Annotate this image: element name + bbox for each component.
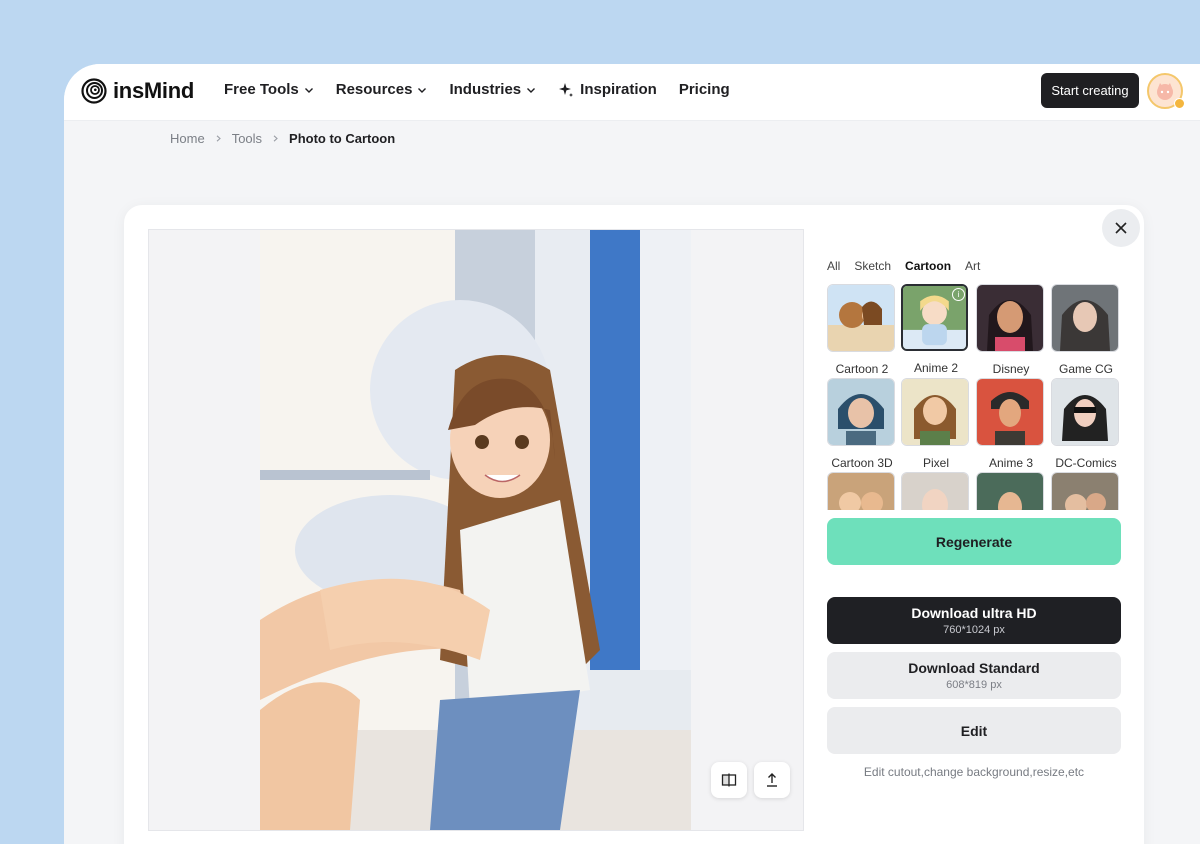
style-label: DC-Comics bbox=[1055, 456, 1117, 470]
style-disney[interactable]: Disney bbox=[976, 284, 1046, 376]
style-option-9[interactable] bbox=[827, 472, 897, 510]
download-standard-size: 608*819 px bbox=[946, 679, 1002, 691]
style-thumbnail bbox=[901, 378, 969, 446]
nav-label: Industries bbox=[449, 81, 522, 98]
nav-free-tools[interactable]: Free Tools bbox=[224, 81, 314, 98]
breadcrumb-home[interactable]: Home bbox=[170, 131, 205, 146]
style-thumbnail bbox=[827, 472, 895, 510]
chevron-down-icon bbox=[418, 87, 427, 93]
style-label: Anime 2 bbox=[913, 361, 959, 375]
style-option-11[interactable] bbox=[976, 472, 1046, 510]
style-option-10[interactable] bbox=[901, 472, 971, 510]
style-thumbnail bbox=[976, 378, 1044, 446]
breadcrumb: Home Tools Photo to Cartoon bbox=[170, 131, 395, 146]
edit-button[interactable]: Edit bbox=[827, 707, 1121, 754]
nav-label: Inspiration bbox=[580, 81, 657, 98]
info-icon[interactable]: i bbox=[952, 288, 965, 301]
style-label: Game CG bbox=[1058, 362, 1113, 376]
download-standard-button[interactable]: Download Standard 608*819 px bbox=[827, 652, 1121, 699]
tab-cartoon[interactable]: Cartoon bbox=[905, 259, 951, 273]
style-label: Disney bbox=[992, 362, 1030, 376]
style-game-cg[interactable]: Game CG bbox=[1051, 284, 1121, 376]
main-nav: Free Tools Resources Industries Inspirat… bbox=[224, 81, 752, 98]
cartoon-result-image bbox=[260, 230, 691, 830]
nav-pricing[interactable]: Pricing bbox=[679, 81, 730, 98]
app-window: insMind Free Tools Resources Industries … bbox=[64, 64, 1200, 844]
style-label: Anime 3 bbox=[988, 456, 1034, 470]
result-modal: All Sketch Cartoon Art Cartoon 2 i Anime… bbox=[124, 205, 1144, 844]
style-thumbnail bbox=[1051, 378, 1119, 446]
download-standard-label: Download Standard bbox=[908, 660, 1040, 676]
nav-label: Pricing bbox=[678, 81, 730, 98]
style-thumbnail bbox=[1051, 284, 1119, 352]
style-cartoon-2[interactable]: Cartoon 2 bbox=[827, 284, 897, 376]
style-anime-3[interactable]: Anime 3 bbox=[976, 378, 1046, 470]
style-thumbnail bbox=[827, 378, 895, 446]
regenerate-button[interactable]: Regenerate bbox=[827, 518, 1121, 565]
chevron-down-icon bbox=[304, 87, 313, 93]
compare-button[interactable] bbox=[711, 762, 747, 798]
download-hd-label: Download ultra HD bbox=[911, 605, 1037, 621]
style-thumbnail bbox=[901, 472, 969, 510]
style-grid: Cartoon 2 i Anime 2 Disney Game CG Carto… bbox=[827, 284, 1123, 510]
chevron-right-icon bbox=[273, 135, 278, 142]
nav-resources[interactable]: Resources bbox=[336, 81, 428, 98]
logo-spiral-icon bbox=[81, 78, 107, 104]
share-upload-button[interactable] bbox=[754, 762, 790, 798]
style-thumbnail bbox=[976, 472, 1044, 510]
style-thumbnail bbox=[827, 284, 895, 352]
download-hd-size: 760*1024 px bbox=[943, 624, 1005, 636]
compare-split-icon bbox=[721, 773, 737, 787]
style-option-12[interactable] bbox=[1051, 472, 1121, 510]
avatar-face-icon bbox=[1157, 83, 1173, 100]
style-dc-comics[interactable]: DC-Comics bbox=[1051, 378, 1121, 470]
style-tabs: All Sketch Cartoon Art bbox=[827, 259, 994, 273]
style-label: Cartoon 3D bbox=[831, 456, 893, 470]
breadcrumb-current: Photo to Cartoon bbox=[289, 131, 396, 146]
edit-hint-text: Edit cutout,change background,resize,etc bbox=[863, 765, 1085, 779]
nav-label: Resources bbox=[335, 81, 413, 98]
sparkle-icon bbox=[559, 82, 574, 97]
nav-industries[interactable]: Industries bbox=[449, 81, 536, 98]
style-label: Pixel bbox=[922, 456, 949, 470]
style-thumbnail bbox=[976, 284, 1044, 352]
style-anime-2[interactable]: i Anime 2 bbox=[901, 284, 971, 375]
chevron-down-icon bbox=[527, 87, 536, 93]
style-thumbnail bbox=[1051, 472, 1119, 510]
tab-sketch[interactable]: Sketch bbox=[854, 259, 891, 273]
tab-art[interactable]: Art bbox=[965, 259, 980, 273]
brand-name: insMind bbox=[113, 78, 195, 103]
chevron-right-icon bbox=[216, 135, 221, 142]
nav-label: Free Tools bbox=[224, 81, 299, 98]
brand-logo[interactable]: insMind bbox=[81, 78, 194, 104]
image-preview bbox=[148, 229, 804, 831]
close-button[interactable] bbox=[1102, 209, 1140, 247]
download-ultra-hd-button[interactable]: Download ultra HD 760*1024 px bbox=[827, 597, 1121, 644]
breadcrumb-tools[interactable]: Tools bbox=[232, 131, 262, 146]
tab-all[interactable]: All bbox=[827, 259, 840, 273]
top-navigation-bar: insMind Free Tools Resources Industries … bbox=[64, 64, 1200, 121]
close-icon bbox=[1115, 222, 1127, 234]
user-avatar[interactable] bbox=[1147, 73, 1185, 109]
style-label: Cartoon 2 bbox=[835, 362, 889, 376]
style-pixel[interactable]: Pixel bbox=[901, 378, 971, 470]
style-cartoon-3d[interactable]: Cartoon 3D bbox=[827, 378, 897, 470]
nav-inspiration[interactable]: Inspiration bbox=[558, 81, 657, 98]
upload-arrow-icon bbox=[767, 773, 777, 787]
avatar-status-badge bbox=[1174, 98, 1185, 109]
start-creating-button[interactable]: Start creating bbox=[1041, 73, 1139, 108]
